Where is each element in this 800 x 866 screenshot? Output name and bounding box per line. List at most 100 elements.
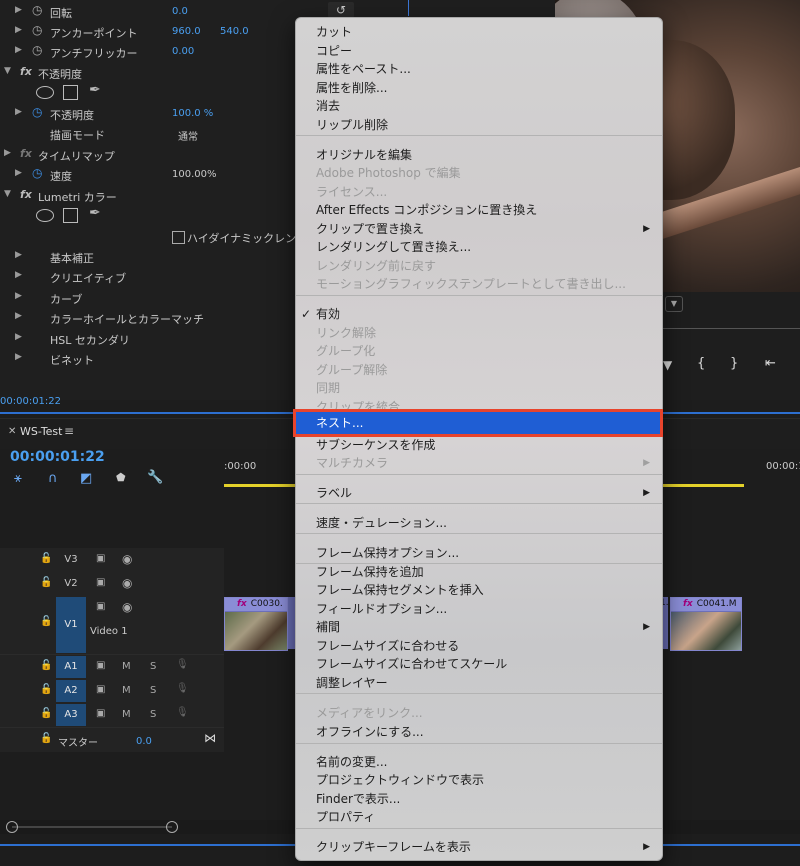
- menu-item[interactable]: ライセンス...: [296, 183, 662, 201]
- zoom-bar[interactable]: [12, 826, 172, 828]
- antiflicker-value[interactable]: 0.00: [172, 46, 194, 57]
- lock-icon[interactable]: 🔓: [40, 684, 52, 695]
- lock-icon[interactable]: 🔓: [40, 553, 52, 564]
- anchor-x-value[interactable]: 960.0: [172, 26, 201, 37]
- close-icon[interactable]: ✕: [8, 426, 16, 437]
- expand-triangle-icon[interactable]: ▶: [4, 148, 11, 158]
- track-name[interactable]: V3: [56, 549, 86, 571]
- menu-item[interactable]: 速度・デュレーション...: [296, 514, 662, 532]
- menu-item[interactable]: モーショングラフィックステンプレートとして書き出し...: [296, 275, 662, 293]
- track-name[interactable]: A1: [56, 656, 86, 678]
- collapse-triangle-icon[interactable]: ▼: [4, 66, 11, 76]
- menu-item[interactable]: グループ化: [296, 342, 662, 360]
- solo-button[interactable]: S: [150, 685, 156, 696]
- collapse-triangle-icon[interactable]: ▼: [4, 189, 11, 199]
- rectangle-mask-icon[interactable]: [63, 85, 78, 100]
- fx-icon[interactable]: fx: [20, 147, 32, 160]
- menu-item[interactable]: フレーム保持オプション...: [296, 544, 662, 562]
- film-icon[interactable]: ▣: [96, 660, 105, 671]
- lock-icon[interactable]: 🔓: [40, 708, 52, 719]
- mark-in-icon[interactable]: {: [697, 356, 705, 371]
- expand-triangle-icon[interactable]: ▶: [15, 332, 22, 342]
- pen-mask-icon[interactable]: ✒: [89, 205, 101, 221]
- lock-icon[interactable]: 🔓: [40, 616, 52, 627]
- hdr-checkbox[interactable]: [172, 231, 185, 244]
- expand-triangle-icon[interactable]: ▶: [15, 5, 22, 15]
- menu-item[interactable]: カット: [296, 23, 662, 41]
- track-name[interactable]: A3: [56, 704, 86, 726]
- microphone-icon[interactable]: 🎙: [176, 683, 189, 694]
- menu-item[interactable]: サブシーケンスを作成: [296, 436, 662, 454]
- effects-timecode[interactable]: 00:00:01:22: [0, 396, 61, 407]
- rotation-value[interactable]: 0.0: [172, 6, 188, 17]
- ellipse-mask-icon[interactable]: [36, 86, 54, 99]
- expand-triangle-icon[interactable]: ▶: [15, 25, 22, 35]
- opacity-value[interactable]: 100.0 %: [172, 108, 213, 119]
- pen-mask-icon[interactable]: ✒: [89, 82, 101, 98]
- expand-triangle-icon[interactable]: ▶: [15, 311, 22, 321]
- eye-icon[interactable]: ◉: [122, 552, 132, 566]
- reset-icon[interactable]: ↺: [328, 2, 354, 18]
- menu-item[interactable]: フレームサイズに合わせてスケール: [296, 655, 662, 673]
- menu-item[interactable]: 補間 ▶: [296, 618, 662, 636]
- menu-item[interactable]: リンク解除: [296, 324, 662, 342]
- timeline-timecode[interactable]: 00:00:01:22: [10, 449, 105, 465]
- expand-triangle-icon[interactable]: ▶: [15, 352, 22, 362]
- menu-item[interactable]: プロパティ: [296, 808, 662, 826]
- speed-value[interactable]: 100.00%: [172, 169, 217, 180]
- solo-button[interactable]: S: [150, 709, 156, 720]
- magnet-icon[interactable]: ∩: [48, 471, 58, 486]
- expand-triangle-icon[interactable]: ▶: [15, 107, 22, 117]
- menu-item[interactable]: ✓ 有効: [296, 305, 662, 323]
- menu-item[interactable]: レンダリングして置き換え...: [296, 238, 662, 256]
- menu-item[interactable]: フィールドオプション...: [296, 600, 662, 618]
- menu-item[interactable]: 同期: [296, 379, 662, 397]
- menu-item[interactable]: 名前の変更...: [296, 753, 662, 771]
- zoom-handle-left[interactable]: [6, 821, 18, 833]
- add-marker-icon[interactable]: ⬟: [116, 471, 126, 484]
- menu-item[interactable]: 属性をペースト...: [296, 60, 662, 78]
- mute-button[interactable]: M: [122, 661, 131, 672]
- expand-triangle-icon[interactable]: ▶: [15, 270, 22, 280]
- sequence-tab[interactable]: WS-Test: [20, 425, 62, 438]
- chevron-down-icon[interactable]: ▼: [665, 296, 683, 312]
- menu-item[interactable]: オフラインにする...: [296, 723, 662, 741]
- stopwatch-icon[interactable]: ◷: [32, 105, 42, 119]
- linked-selection-icon[interactable]: ◩: [80, 471, 92, 486]
- clip-c0030[interactable]: fx C0030.: [224, 597, 288, 651]
- mark-icon[interactable]: ▼: [663, 358, 672, 372]
- lock-icon[interactable]: 🔓: [40, 577, 52, 588]
- go-to-in-icon[interactable]: ⇤: [765, 356, 776, 371]
- zoom-handle-right[interactable]: [166, 821, 178, 833]
- track-name[interactable]: V2: [56, 573, 86, 595]
- stopwatch-icon[interactable]: ◷: [32, 3, 42, 17]
- anchor-y-value[interactable]: 540.0: [220, 26, 249, 37]
- menu-item[interactable]: クリップで置き換え ▶: [296, 220, 662, 238]
- menu-item[interactable]: プロジェクトウィンドウで表示: [296, 771, 662, 789]
- panel-menu-icon[interactable]: ≡: [64, 424, 74, 438]
- stopwatch-icon[interactable]: ◷: [32, 166, 42, 180]
- menu-item[interactable]: Finderで表示...: [296, 790, 662, 808]
- mark-out-icon[interactable]: }: [730, 356, 738, 371]
- mute-button[interactable]: M: [122, 685, 131, 696]
- lock-icon[interactable]: 🔓: [40, 733, 52, 744]
- clip-c0041[interactable]: fx C0041.M: [670, 597, 742, 651]
- film-icon[interactable]: ▣: [96, 708, 105, 719]
- expand-triangle-icon[interactable]: ▶: [15, 291, 22, 301]
- fx-icon[interactable]: fx: [20, 65, 32, 78]
- stopwatch-icon[interactable]: ◷: [32, 43, 42, 57]
- menu-item[interactable]: ラベル ▶: [296, 484, 662, 502]
- menu-item[interactable]: Adobe Photoshop で編集: [296, 164, 662, 182]
- microphone-icon[interactable]: 🎙: [176, 659, 189, 670]
- blend-mode-select[interactable]: 通常: [178, 128, 198, 143]
- expand-triangle-icon[interactable]: ▶: [15, 45, 22, 55]
- menu-item[interactable]: マルチカメラ ▶: [296, 454, 662, 472]
- expand-triangle-icon[interactable]: ▶: [15, 250, 22, 260]
- stopwatch-icon[interactable]: ◷: [32, 23, 42, 37]
- expand-triangle-icon[interactable]: ▶: [15, 168, 22, 178]
- film-icon[interactable]: ▣: [96, 684, 105, 695]
- rectangle-mask-icon[interactable]: [63, 208, 78, 223]
- menu-item[interactable]: コピー: [296, 42, 662, 60]
- menu-item[interactable]: オリジナルを編集: [296, 146, 662, 164]
- menu-item[interactable]: メディアをリンク...: [296, 704, 662, 722]
